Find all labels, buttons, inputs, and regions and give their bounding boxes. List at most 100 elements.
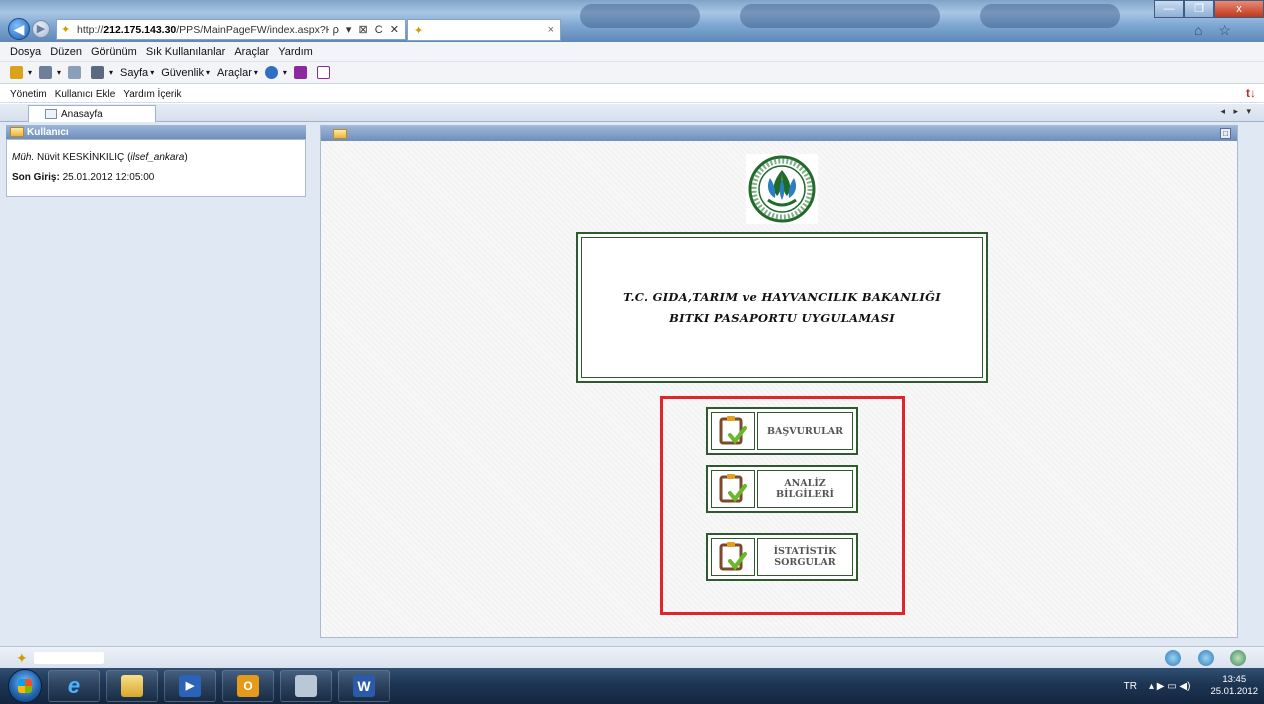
menu-yonetim[interactable]: Yönetim	[10, 89, 47, 100]
taskbar-calculator[interactable]	[280, 670, 332, 702]
menu-kullanici-ekle[interactable]: Kullanıcı Ekle	[55, 89, 116, 100]
arrow-left-icon: ◀	[13, 21, 25, 37]
window-controls: — ❐ x	[1154, 0, 1264, 18]
page-menu[interactable]: Sayfa ▾	[120, 67, 154, 79]
outlook-icon: O	[237, 675, 259, 697]
taskbar-outlook[interactable]: O	[222, 670, 274, 702]
folder-icon	[10, 127, 24, 137]
home-circle-icon[interactable]	[1165, 650, 1181, 666]
close-button[interactable]: x	[1214, 0, 1264, 18]
ministry-seal-icon	[748, 155, 816, 223]
clock-time: 13:45	[1222, 674, 1247, 685]
home-command[interactable]: ▾	[10, 66, 32, 79]
mail-circle-icon[interactable]	[1198, 650, 1214, 666]
onenote-command[interactable]	[293, 66, 310, 79]
banner-line-2: BITKI PASAPORTU UYGULAMASI	[669, 310, 895, 325]
tab-navigation[interactable]: ◂ ▸ ▾	[1220, 106, 1254, 117]
clipboard-check-icon	[711, 412, 755, 450]
taskbar-word[interactable]: W	[338, 670, 390, 702]
print-command[interactable]: ▾	[91, 66, 113, 79]
tab-favicon-icon: ✦	[414, 24, 424, 37]
system-tray: TR ▴ ▶ ▭ ◀) 13:45 25.01.2012	[1124, 670, 1258, 702]
start-button[interactable]	[8, 669, 42, 703]
arrow-right-icon: ▶	[36, 23, 46, 35]
onenote-icon	[293, 66, 307, 79]
help-icon	[264, 66, 278, 79]
command-bar: ▾ ▾ ▾ Sayfa ▾ Güvenlik ▾ Araçlar ▾ ▾	[0, 62, 1264, 84]
tools-menu[interactable]: Araçlar ▾	[217, 67, 258, 79]
menu-gorunum[interactable]: Görünüm	[91, 46, 137, 58]
app-toolbar: Yönetim Kullanıcı Ekle Yardım İçerik	[0, 86, 1264, 103]
clock-date: 25.01.2012	[1210, 686, 1258, 697]
banner-line-1: T.C. GIDA,TARIM ve HAYVANCILIK BAKANLIĞI	[623, 289, 941, 304]
sort-icon[interactable]: t↓	[1246, 86, 1256, 100]
print-icon	[91, 66, 105, 79]
taskbar: e ▶ O W TR ▴ ▶ ▭ ◀) 13:45 25.01.2012	[0, 668, 1264, 704]
menu-araclar[interactable]: Araçlar	[234, 46, 269, 58]
taskbar-ie[interactable]: e	[48, 670, 100, 702]
calculator-icon	[295, 675, 317, 697]
safety-menu[interactable]: Güvenlik ▾	[161, 67, 210, 79]
last-login-line: Son Giriş: 25.01.2012 12:05:00	[12, 172, 155, 183]
feeds-icon	[39, 66, 53, 79]
browser-tab[interactable]: ✦ ×	[407, 19, 561, 41]
feeds-command[interactable]: ▾	[39, 66, 61, 79]
status-bar: ✦	[0, 646, 1264, 668]
user-panel-header: Kullanıcı	[6, 125, 306, 139]
menu-sik-kullanilanlar[interactable]: Sık Kullanılanlar	[146, 46, 226, 58]
site-favicon-icon: ✦	[61, 23, 71, 36]
folder-icon	[121, 675, 143, 697]
user-name-line: Müh. Nüvit KESKİNKILIÇ (ilsef_ankara)	[12, 152, 188, 163]
user-panel-body: Müh. Nüvit KESKİNKILIÇ (ilsef_ankara) So…	[6, 139, 306, 197]
content-panel-header: □	[321, 126, 1237, 141]
maximize-panel-icon[interactable]: □	[1220, 128, 1231, 139]
banner-inner: T.C. GIDA,TARIM ve HAYVANCILIK BAKANLIĞI…	[581, 237, 983, 378]
home-icon	[10, 66, 23, 79]
istatistik-sorgular-button[interactable]: İSTATİSTİK SORGULAR	[706, 533, 858, 581]
ie-icon: e	[67, 673, 81, 698]
ministry-logo	[746, 154, 818, 224]
onenote-linked-icon	[316, 66, 330, 79]
ministry-banner: T.C. GIDA,TARIM ve HAYVANCILIK BAKANLIĞI…	[576, 232, 988, 383]
menu-duzen[interactable]: Düzen	[50, 46, 82, 58]
menu-yardim[interactable]: Yardım	[278, 46, 313, 58]
basvurular-label: BAŞVURULAR	[757, 412, 853, 450]
mail-icon	[68, 66, 82, 79]
tray-icons[interactable]: ▴ ▶ ▭ ◀)	[1149, 681, 1191, 692]
taskbar-explorer[interactable]	[106, 670, 158, 702]
restore-button[interactable]: ❐	[1184, 0, 1214, 18]
analiz-bilgileri-label: ANALİZ BİLGİLERİ	[757, 470, 853, 508]
username: ilsef_ankara	[130, 152, 185, 163]
clipboard-check-icon	[711, 470, 755, 508]
address-url[interactable]: http://212.175.143.30/PPS/MainPageFW/ind…	[77, 24, 329, 36]
page-icon	[45, 109, 57, 119]
play-icon: ▶	[179, 675, 201, 697]
site-favicon-icon: ✦	[16, 650, 28, 666]
basvurular-button[interactable]: BAŞVURULAR	[706, 407, 858, 455]
istatistik-sorgular-label: İSTATİSTİK SORGULAR	[757, 538, 853, 576]
address-controls[interactable]: ρ ▾ ⊠ C ✕	[329, 23, 405, 36]
back-button[interactable]: ◀	[8, 18, 30, 40]
onenote-linked-command[interactable]	[316, 66, 333, 79]
folder-icon	[333, 128, 347, 139]
language-indicator[interactable]: TR	[1124, 681, 1137, 692]
menu-dosya[interactable]: Dosya	[10, 46, 41, 58]
tab-close-icon[interactable]: ×	[548, 24, 554, 36]
forward-button[interactable]: ▶	[32, 20, 50, 38]
app-tab-strip: Anasayfa ◂ ▸ ▾	[0, 104, 1264, 122]
help-command[interactable]: ▾	[264, 66, 287, 79]
analiz-bilgileri-button[interactable]: ANALİZ BİLGİLERİ	[706, 465, 858, 513]
mail-command[interactable]	[68, 66, 84, 79]
menu-bar: Dosya Düzen Görünüm Sık Kullanılanlar Ar…	[0, 42, 1264, 62]
minimize-button[interactable]: —	[1154, 0, 1184, 18]
clock[interactable]: 13:45 25.01.2012	[1210, 674, 1258, 698]
clipboard-check-icon	[711, 538, 755, 576]
address-bar[interactable]: ✦ http://212.175.143.30/PPS/MainPageFW/i…	[56, 19, 406, 40]
taskbar-media[interactable]: ▶	[164, 670, 216, 702]
status-text	[34, 652, 104, 664]
menu-yardim-icerik[interactable]: Yardım İçerik	[123, 89, 181, 100]
user-panel: Kullanıcı Müh. Nüvit KESKİNKILIÇ (ilsef_…	[6, 125, 306, 646]
tab-anasayfa[interactable]: Anasayfa	[28, 105, 156, 122]
word-icon: W	[353, 675, 375, 697]
info-circle-icon[interactable]	[1230, 650, 1246, 666]
